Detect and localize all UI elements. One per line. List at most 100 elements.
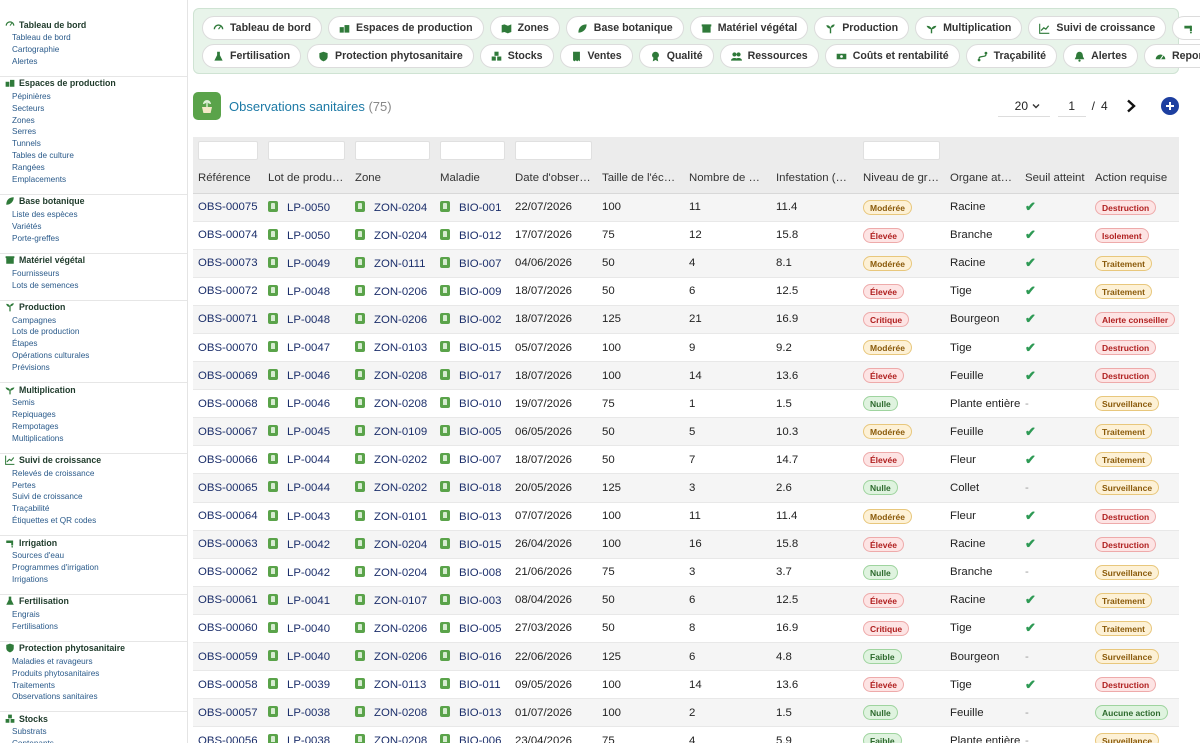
module-button-couts-et-rentabilite[interactable]: Coûts et rentabilité bbox=[824, 44, 960, 68]
table-row[interactable]: OBS-00066 LP-0044 ZON-0202 BIO-007 18/07/202… bbox=[193, 445, 1179, 475]
module-button-reporting[interactable]: Reporting bbox=[1143, 44, 1200, 68]
reference-link[interactable]: OBS-00067 bbox=[198, 426, 258, 438]
sidebar-section-header[interactable]: Espaces de production bbox=[5, 77, 187, 90]
lot-link[interactable]: LP-0039 bbox=[287, 679, 330, 691]
sidebar-section-header[interactable]: Stocks bbox=[5, 712, 187, 725]
column-filter-input[interactable] bbox=[355, 140, 430, 160]
sidebar-item-tables-de-culture[interactable]: Tables de culture bbox=[5, 150, 187, 162]
zone-link[interactable]: ZON-0101 bbox=[374, 511, 427, 523]
zone-link[interactable]: ZON-0107 bbox=[374, 595, 427, 607]
maladie-link[interactable]: BIO-011 bbox=[459, 679, 501, 691]
reference-link[interactable]: OBS-00057 bbox=[198, 707, 258, 719]
reference-link[interactable]: OBS-00069 bbox=[198, 370, 258, 382]
zone-link[interactable]: ZON-0204 bbox=[374, 202, 427, 214]
sidebar-section-header[interactable]: Base botanique bbox=[5, 195, 187, 208]
zone-link[interactable]: ZON-0202 bbox=[374, 454, 427, 466]
module-button-suivi-de-croissance[interactable]: Suivi de croissance bbox=[1028, 16, 1167, 40]
sidebar-section-header[interactable]: Fertilisation bbox=[5, 595, 187, 608]
sidebar-item-alertes[interactable]: Alertes bbox=[5, 56, 187, 68]
reference-link[interactable]: OBS-00060 bbox=[198, 622, 258, 634]
column-header[interactable]: Zone bbox=[350, 163, 435, 194]
lot-link[interactable]: LP-0048 bbox=[287, 286, 330, 298]
reference-link[interactable]: OBS-00075 bbox=[198, 201, 258, 213]
table-row[interactable]: OBS-00064 LP-0043 ZON-0101 BIO-013 07/07/202… bbox=[193, 502, 1179, 531]
maladie-link[interactable]: BIO-013 bbox=[459, 511, 501, 523]
column-header[interactable]: Maladie bbox=[435, 163, 510, 194]
sidebar-item-irrigations[interactable]: Irrigations bbox=[5, 574, 187, 586]
zone-link[interactable]: ZON-0204 bbox=[374, 567, 427, 579]
lot-link[interactable]: LP-0038 bbox=[287, 735, 330, 743]
zone-link[interactable]: ZON-0109 bbox=[374, 426, 427, 438]
sidebar-item-rempotages[interactable]: Rempotages bbox=[5, 421, 187, 433]
zone-link[interactable]: ZON-0208 bbox=[374, 707, 427, 719]
module-button-production[interactable]: Production bbox=[814, 16, 910, 40]
table-row[interactable]: OBS-00074 LP-0050 ZON-0204 BIO-012 17/07/202… bbox=[193, 221, 1179, 250]
maladie-link[interactable]: BIO-010 bbox=[459, 398, 501, 410]
sidebar-item-cartographie[interactable]: Cartographie bbox=[5, 44, 187, 56]
sidebar-item-porte-greffes[interactable]: Porte-greffes bbox=[5, 233, 187, 245]
sidebar-item-campagnes[interactable]: Campagnes bbox=[5, 315, 187, 327]
add-record-button[interactable] bbox=[1161, 97, 1179, 115]
column-header[interactable]: Niveau de gr… bbox=[858, 163, 945, 194]
sidebar-item-pertes[interactable]: Pertes bbox=[5, 480, 187, 492]
zone-link[interactable]: ZON-0204 bbox=[374, 539, 427, 551]
table-row[interactable]: OBS-00075 LP-0050 ZON-0204 BIO-001 22/07/202… bbox=[193, 193, 1179, 222]
maladie-link[interactable]: BIO-002 bbox=[459, 314, 501, 326]
sidebar-item-etapes[interactable]: Étapes bbox=[5, 338, 187, 350]
reference-link[interactable]: OBS-00059 bbox=[198, 651, 258, 663]
zone-link[interactable]: ZON-0202 bbox=[374, 482, 427, 494]
next-page-icon[interactable] bbox=[1125, 99, 1137, 113]
sidebar-item-multiplications[interactable]: Multiplications bbox=[5, 433, 187, 445]
sidebar-item-repiquages[interactable]: Repiquages bbox=[5, 409, 187, 421]
module-button-stocks[interactable]: Stocks bbox=[479, 44, 554, 68]
sidebar-item-fertilisations[interactable]: Fertilisations bbox=[5, 621, 187, 633]
reference-link[interactable]: OBS-00071 bbox=[198, 313, 258, 325]
sidebar-section-header[interactable]: Production bbox=[5, 301, 187, 314]
lot-link[interactable]: LP-0046 bbox=[287, 370, 330, 382]
maladie-link[interactable]: BIO-015 bbox=[459, 539, 501, 551]
maladie-link[interactable]: BIO-005 bbox=[459, 426, 501, 438]
reference-link[interactable]: OBS-00072 bbox=[198, 285, 258, 297]
column-filter-input[interactable] bbox=[268, 140, 345, 160]
maladie-link[interactable]: BIO-007 bbox=[459, 258, 501, 270]
sidebar-section-header[interactable]: Matériel végétal bbox=[5, 254, 187, 267]
lot-link[interactable]: LP-0042 bbox=[287, 539, 330, 551]
lot-link[interactable]: LP-0038 bbox=[287, 707, 330, 719]
column-filter-input[interactable] bbox=[198, 140, 258, 160]
sidebar-item-emplacements[interactable]: Emplacements bbox=[5, 174, 187, 186]
sidebar-section-header[interactable]: Protection phytosanitaire bbox=[5, 642, 187, 655]
table-row[interactable]: OBS-00059 LP-0040 ZON-0206 BIO-016 22/06/202… bbox=[193, 642, 1179, 672]
current-page-input[interactable]: 1 bbox=[1057, 95, 1086, 117]
table-row[interactable]: OBS-00068 LP-0046 ZON-0208 BIO-010 19/07/202… bbox=[193, 389, 1179, 419]
module-button-base-botanique[interactable]: Base botanique bbox=[565, 16, 684, 40]
table-row[interactable]: OBS-00073 LP-0049 ZON-0111 BIO-007 04/06/202… bbox=[193, 249, 1179, 278]
sidebar-item-contenants[interactable]: Contenants bbox=[5, 738, 187, 743]
column-header[interactable]: Lot de produ… bbox=[263, 163, 350, 194]
column-header[interactable]: Date d'obser… bbox=[510, 163, 597, 194]
module-button-irrigation[interactable]: Irrigation bbox=[1172, 16, 1200, 40]
maladie-link[interactable]: BIO-001 bbox=[459, 202, 501, 214]
zone-link[interactable]: ZON-0113 bbox=[374, 679, 426, 691]
maladie-link[interactable]: BIO-006 bbox=[459, 735, 501, 743]
module-button-fertilisation[interactable]: Fertilisation bbox=[202, 44, 302, 68]
sidebar-item-maladies-et-ravageurs[interactable]: Maladies et ravageurs bbox=[5, 656, 187, 668]
table-row[interactable]: OBS-00056 LP-0038 ZON-0208 BIO-006 23/04/202… bbox=[193, 726, 1179, 743]
sidebar-section-header[interactable]: Tableau de bord bbox=[5, 18, 187, 31]
table-row[interactable]: OBS-00063 LP-0042 ZON-0204 BIO-015 26/04/202… bbox=[193, 530, 1179, 559]
module-button-tableau-de-bord[interactable]: Tableau de bord bbox=[202, 16, 323, 40]
table-row[interactable]: OBS-00062 LP-0042 ZON-0204 BIO-008 21/06/202… bbox=[193, 558, 1179, 587]
sidebar-item-programmes-d-irrigation[interactable]: Programmes d'irrigation bbox=[5, 562, 187, 574]
table-row[interactable]: OBS-00058 LP-0039 ZON-0113 BIO-011 09/05/202… bbox=[193, 670, 1179, 700]
sidebar-item-sources-d-eau[interactable]: Sources d'eau bbox=[5, 550, 187, 562]
reference-link[interactable]: OBS-00058 bbox=[198, 679, 258, 691]
sidebar-section-header[interactable]: Multiplication bbox=[5, 383, 187, 396]
maladie-link[interactable]: BIO-018 bbox=[459, 482, 501, 494]
sidebar-item-previsions[interactable]: Prévisions bbox=[5, 362, 187, 374]
lot-link[interactable]: LP-0045 bbox=[287, 426, 330, 438]
zone-link[interactable]: ZON-0206 bbox=[374, 651, 427, 663]
sidebar-item-liste-des-especes[interactable]: Liste des espèces bbox=[5, 209, 187, 221]
sidebar-item-lots-de-production[interactable]: Lots de production bbox=[5, 326, 187, 338]
sidebar-section-header[interactable]: Irrigation bbox=[5, 536, 187, 549]
module-button-tracabilite[interactable]: Traçabilité bbox=[965, 44, 1058, 68]
sidebar-item-zones[interactable]: Zones bbox=[5, 115, 187, 127]
